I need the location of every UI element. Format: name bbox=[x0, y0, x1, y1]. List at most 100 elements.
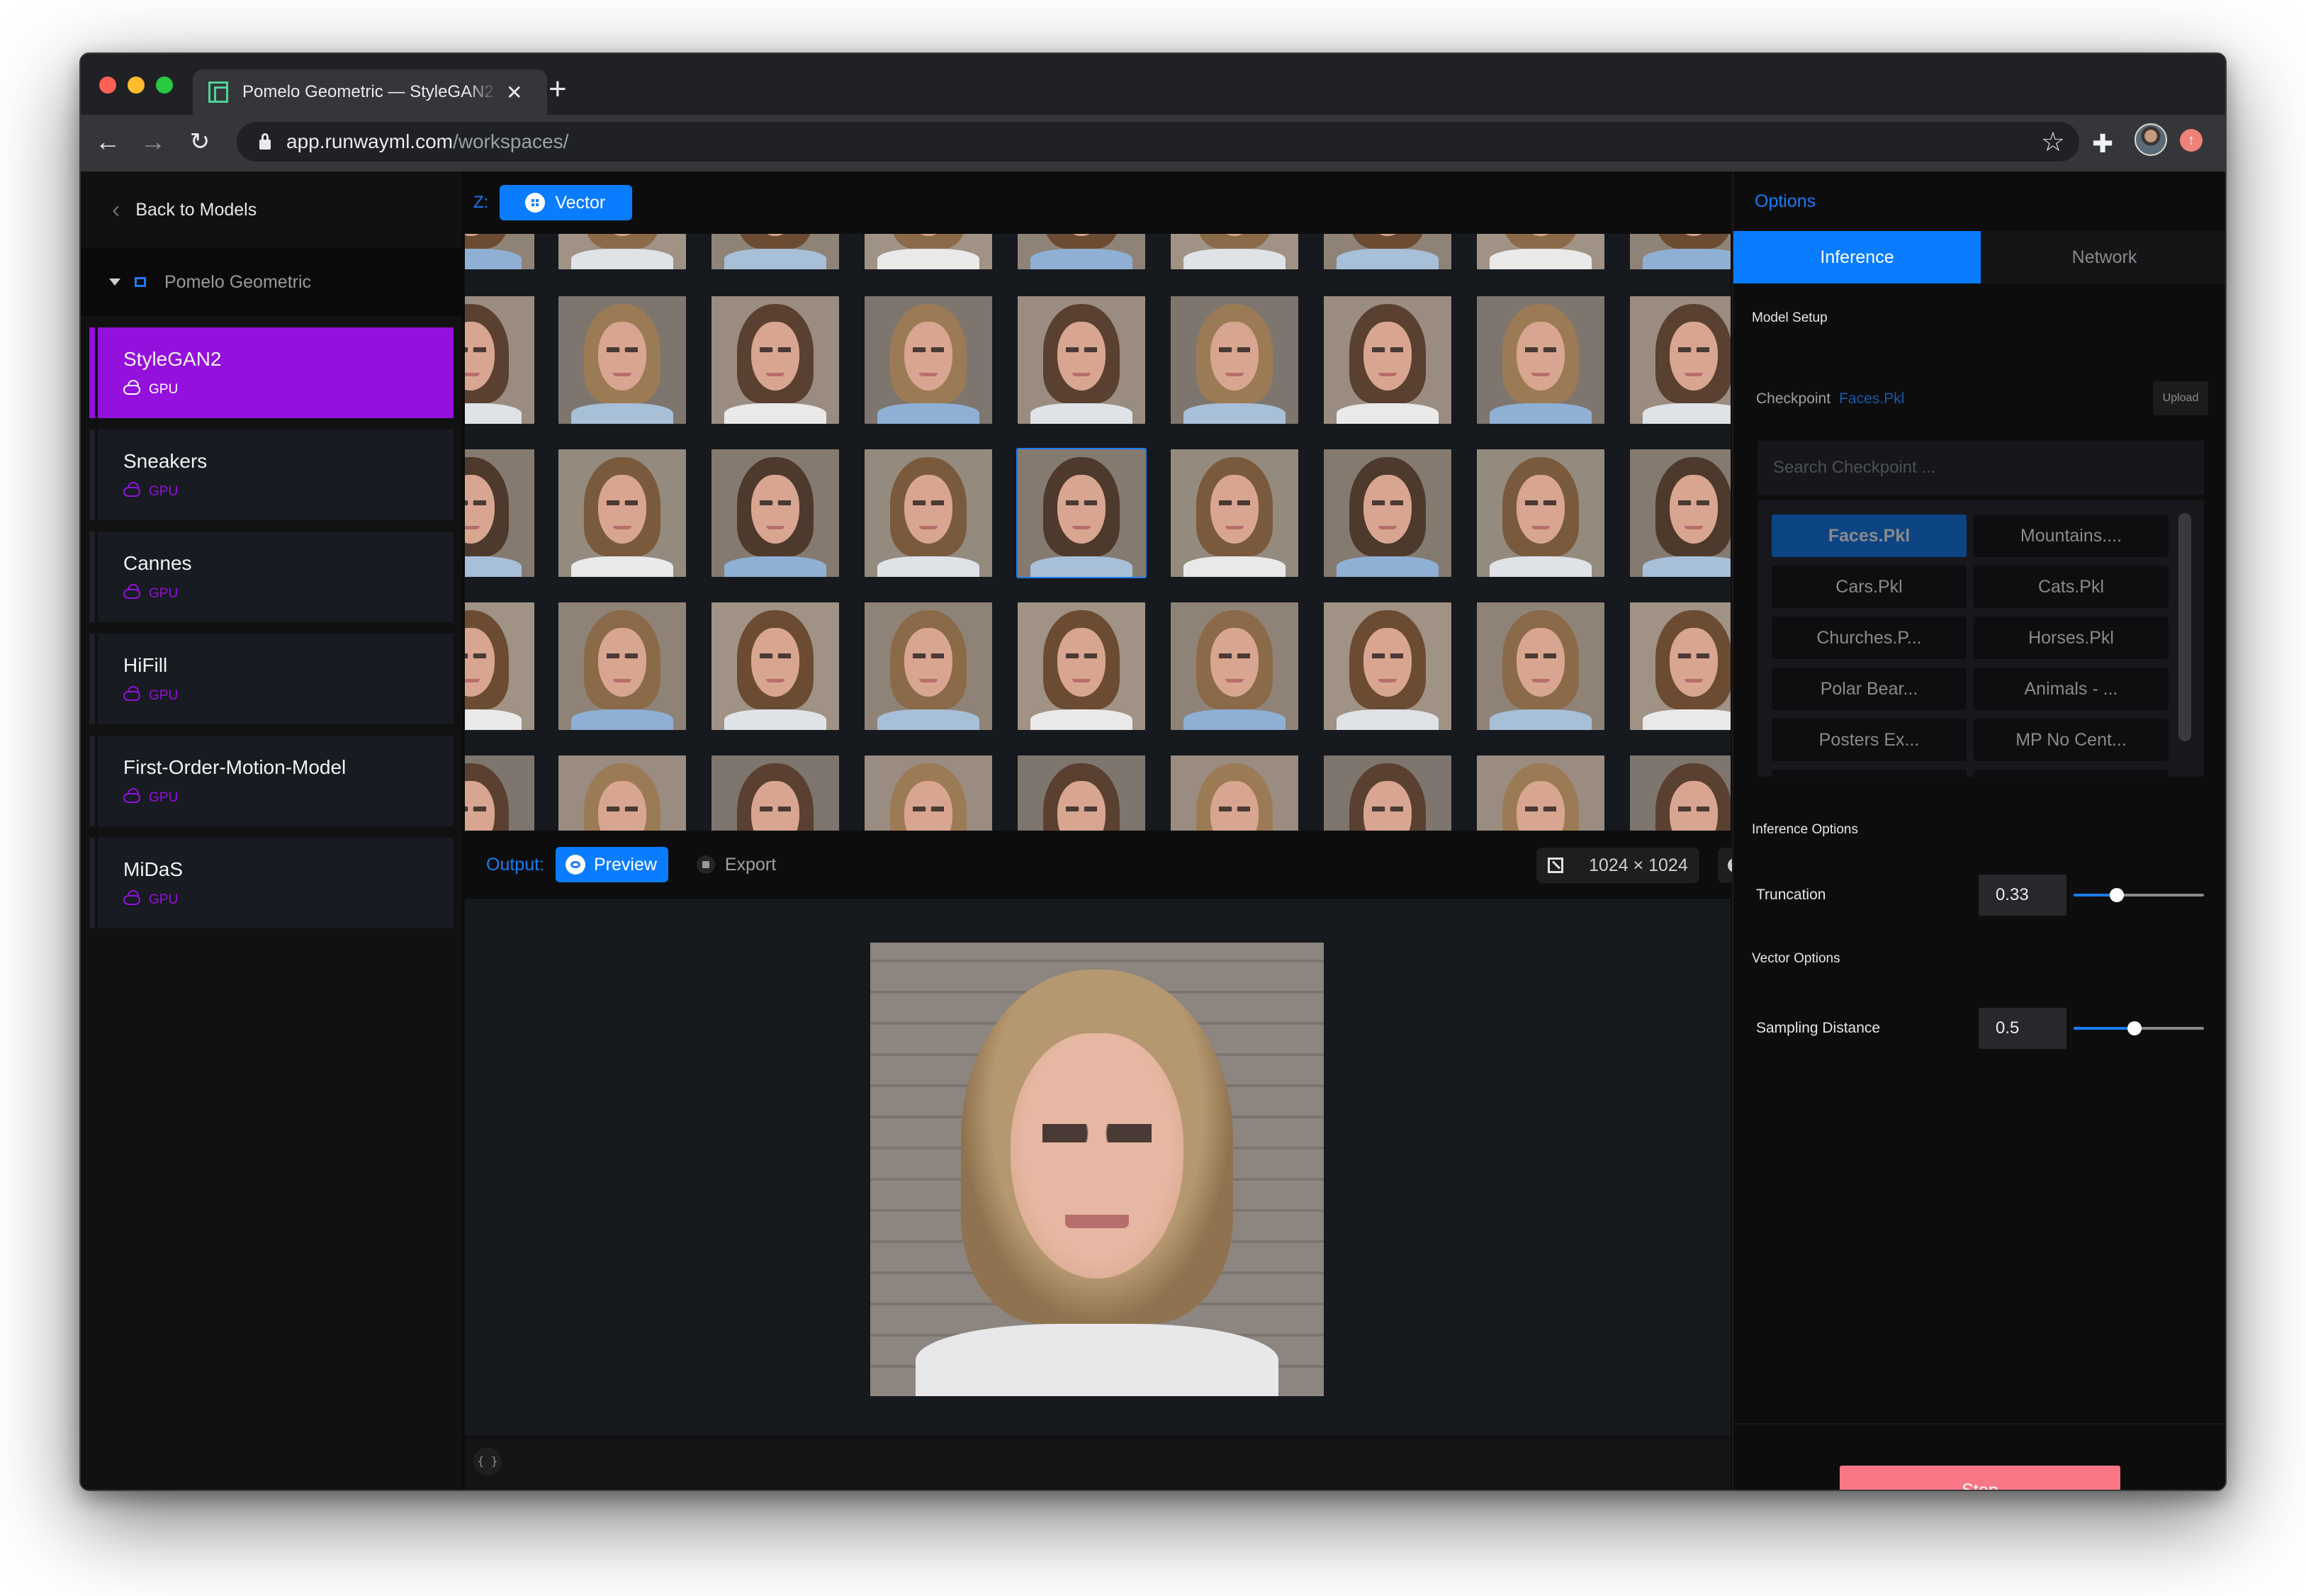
profile-avatar[interactable] bbox=[2135, 123, 2167, 156]
truncation-input[interactable] bbox=[1979, 875, 2066, 916]
window-zoom-button[interactable] bbox=[156, 77, 173, 94]
slider-thumb[interactable] bbox=[2109, 888, 2124, 902]
latent-thumbnail[interactable] bbox=[1324, 602, 1451, 730]
checkpoint-option-partial[interactable] bbox=[1974, 770, 2169, 777]
latent-thumbnail[interactable] bbox=[1630, 602, 1731, 730]
latent-thumbnail[interactable] bbox=[1171, 234, 1298, 269]
sampling-distance-input[interactable] bbox=[1979, 1008, 2066, 1049]
slider-thumb[interactable] bbox=[2127, 1021, 2142, 1035]
latent-thumbnail[interactable] bbox=[712, 755, 839, 831]
preview-button[interactable]: Preview bbox=[556, 847, 668, 882]
checkpoint-option[interactable]: MP No Cent... bbox=[1974, 719, 2169, 761]
latent-thumbnail[interactable] bbox=[865, 234, 992, 269]
latent-thumbnail[interactable] bbox=[1171, 755, 1298, 831]
checkpoint-list-scrollbar[interactable] bbox=[2178, 513, 2191, 741]
latent-thumbnail[interactable] bbox=[1324, 755, 1451, 831]
latent-thumbnail[interactable] bbox=[1171, 602, 1298, 730]
latent-thumbnail[interactable] bbox=[1171, 449, 1298, 577]
puzzle-icon[interactable]: ✚ bbox=[2092, 129, 2113, 159]
latent-vector-grid[interactable]: ‹↑› ⤓ ↻ bbox=[465, 234, 1731, 831]
latent-thumbnail[interactable] bbox=[1018, 234, 1145, 269]
model-badge: GPU bbox=[123, 790, 454, 806]
back-arrow-icon[interactable]: ← bbox=[92, 126, 123, 157]
latent-thumbnail[interactable] bbox=[1477, 296, 1604, 424]
checkpoint-option[interactable]: Posters Ex... bbox=[1772, 719, 1967, 761]
back-to-models-link[interactable]: ‹ Back to Models bbox=[81, 172, 462, 248]
latent-thumbnail[interactable] bbox=[1477, 755, 1604, 831]
checkpoint-search-input[interactable] bbox=[1757, 441, 2204, 495]
latent-thumbnail[interactable] bbox=[712, 296, 839, 424]
update-arrow-icon[interactable]: ↑ bbox=[2180, 129, 2203, 152]
model-item-midas[interactable]: MiDaS GPU bbox=[89, 838, 454, 928]
latent-thumbnail[interactable] bbox=[1324, 234, 1451, 269]
code-braces-icon[interactable]: { } bbox=[473, 1447, 502, 1476]
model-item-stylegan2[interactable]: StyleGAN2 GPU bbox=[89, 327, 454, 418]
latent-thumbnail[interactable] bbox=[558, 755, 686, 831]
checkpoint-option[interactable]: Mountains.... bbox=[1974, 515, 2169, 557]
latent-thumbnail[interactable] bbox=[865, 449, 992, 577]
sampling-distance-slider[interactable] bbox=[2074, 1021, 2204, 1035]
latent-thumbnail[interactable] bbox=[465, 449, 534, 577]
latent-thumbnail[interactable] bbox=[465, 296, 534, 424]
forward-arrow-icon[interactable]: → bbox=[137, 126, 169, 157]
checkpoint-option[interactable]: Horses.Pkl bbox=[1974, 617, 2169, 659]
vector-mode-button[interactable]: Vector bbox=[500, 185, 633, 220]
latent-thumbnail[interactable] bbox=[558, 602, 686, 730]
latent-thumbnail[interactable] bbox=[865, 602, 992, 730]
latent-thumbnail[interactable] bbox=[1630, 296, 1731, 424]
latent-thumbnail[interactable] bbox=[712, 602, 839, 730]
latent-thumbnail[interactable] bbox=[712, 449, 839, 577]
latent-thumbnail[interactable] bbox=[1477, 234, 1604, 269]
latent-thumbnail[interactable] bbox=[712, 234, 839, 269]
latent-thumbnail[interactable] bbox=[1171, 296, 1298, 424]
window-close-button[interactable] bbox=[99, 77, 116, 94]
latent-thumbnail[interactable] bbox=[1018, 296, 1145, 424]
latent-thumbnail[interactable] bbox=[1324, 296, 1451, 424]
truncation-row: Truncation bbox=[1756, 875, 2210, 916]
checkpoint-option[interactable]: Polar Bear... bbox=[1772, 668, 1967, 710]
latent-thumbnail[interactable] bbox=[558, 234, 686, 269]
window-minimize-button[interactable] bbox=[128, 77, 145, 94]
latent-thumbnail[interactable] bbox=[465, 755, 534, 831]
workspace-header[interactable]: Pomelo Geometric bbox=[81, 248, 462, 316]
browser-tab[interactable]: Pomelo Geometric — StyleGAN2 ✕ bbox=[193, 69, 547, 115]
truncation-slider[interactable] bbox=[2074, 888, 2204, 902]
stop-button[interactable]: Stop bbox=[1840, 1466, 2120, 1490]
checkpoint-option[interactable]: Faces.Pkl bbox=[1772, 515, 1967, 557]
model-item-hifill[interactable]: HiFill GPU bbox=[89, 634, 454, 724]
latent-thumbnail[interactable] bbox=[1018, 755, 1145, 831]
checkpoint-option-partial[interactable] bbox=[1772, 770, 1967, 777]
latent-thumbnail[interactable] bbox=[558, 449, 686, 577]
options-tabs: Inference Network bbox=[1733, 231, 2225, 283]
model-item-first-order-motion-model[interactable]: First-Order-Motion-Model GPU bbox=[89, 736, 454, 826]
latent-thumbnail[interactable] bbox=[1018, 602, 1145, 730]
latent-thumbnail[interactable] bbox=[1477, 449, 1604, 577]
checkpoint-option[interactable]: Cars.Pkl bbox=[1772, 566, 1967, 608]
export-button[interactable]: Export bbox=[696, 855, 776, 875]
model-item-sneakers[interactable]: Sneakers GPU bbox=[89, 429, 454, 520]
latent-thumbnail[interactable] bbox=[1324, 449, 1451, 577]
latent-thumbnail[interactable] bbox=[465, 602, 534, 730]
latent-thumbnail[interactable] bbox=[1016, 448, 1147, 578]
vector-mode-label: Vector bbox=[555, 192, 606, 213]
new-tab-button[interactable]: + bbox=[549, 74, 567, 105]
latent-thumbnail[interactable] bbox=[1630, 755, 1731, 831]
upload-button[interactable]: Upload bbox=[2153, 381, 2208, 415]
latent-thumbnail[interactable] bbox=[865, 296, 992, 424]
tab-inference[interactable]: Inference bbox=[1733, 231, 1981, 283]
checkpoint-option[interactable]: Animals - ... bbox=[1974, 668, 2169, 710]
latent-thumbnail[interactable] bbox=[558, 296, 686, 424]
latent-thumbnail[interactable] bbox=[465, 234, 534, 269]
model-item-cannes[interactable]: Cannes GPU bbox=[89, 532, 454, 622]
latent-thumbnail[interactable] bbox=[1630, 234, 1731, 269]
latent-thumbnail[interactable] bbox=[1477, 602, 1604, 730]
checkpoint-option[interactable]: Cats.Pkl bbox=[1974, 566, 2169, 608]
address-bar[interactable]: app.runwayml.com /workspaces/ ☆ bbox=[237, 122, 2079, 162]
tab-network[interactable]: Network bbox=[1981, 231, 2225, 283]
checkpoint-option[interactable]: Churches.P... bbox=[1772, 617, 1967, 659]
tab-close-icon[interactable]: ✕ bbox=[506, 81, 522, 104]
latent-thumbnail[interactable] bbox=[1630, 449, 1731, 577]
latent-thumbnail[interactable] bbox=[865, 755, 992, 831]
bookmark-star-icon[interactable]: ☆ bbox=[2041, 126, 2065, 158]
reload-icon[interactable]: ↻ bbox=[184, 126, 215, 157]
